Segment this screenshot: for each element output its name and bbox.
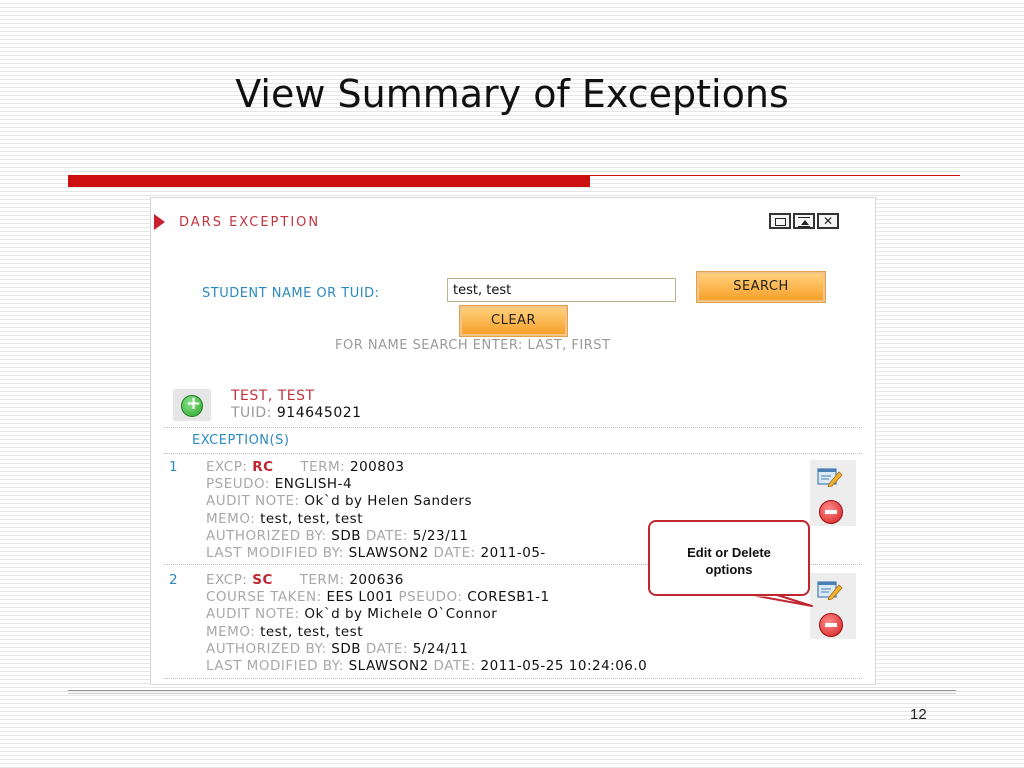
tuid-value: 914645021 <box>276 405 362 421</box>
memo-value: test, test, test <box>260 623 364 640</box>
pseudo-label: PSEUDO: <box>206 476 270 493</box>
callout-line: options <box>705 562 753 577</box>
term-value: 200803 <box>349 459 405 475</box>
pseudo-value: CORESB1-1 <box>467 589 550 606</box>
modified-date-value: 2011-05-25 10:24:06.0 <box>480 658 648 675</box>
title-underline-bar <box>68 175 590 187</box>
student-name: TEST, TEST <box>231 388 315 404</box>
page-number: 12 <box>910 706 927 723</box>
modified-date-value: 2011-05- <box>480 545 546 562</box>
memo-label: MEMO: <box>206 510 256 527</box>
exception-number: 1 <box>169 459 179 475</box>
add-icon <box>181 393 203 417</box>
authorized-by-label: AUTHORIZED BY: <box>206 640 327 657</box>
audit-note-value: Ok`d by Helen Sanders <box>304 493 473 510</box>
term-value: 200636 <box>349 572 404 588</box>
term-label: TERM: <box>299 572 345 588</box>
divider <box>164 453 862 454</box>
callout-line: Edit or Delete <box>687 545 771 560</box>
date-value: 5/24/11 <box>412 640 469 657</box>
close-icon[interactable] <box>817 213 839 229</box>
add-exception-button[interactable] <box>173 389 211 421</box>
audit-note-label: AUDIT NOTE: <box>206 493 300 510</box>
pseudo-label: PSEUDO: <box>398 589 463 606</box>
modified-date-label: DATE: <box>433 658 476 675</box>
date-label: DATE: <box>365 527 408 544</box>
edit-icon[interactable] <box>817 467 843 487</box>
slide-title: View Summary of Exceptions <box>235 72 789 116</box>
exception-number: 2 <box>169 572 179 588</box>
authorized-by-value: SDB <box>331 640 362 657</box>
date-label: DATE: <box>365 640 408 657</box>
exception-actions <box>810 460 856 526</box>
maximize-icon[interactable] <box>769 213 791 229</box>
exceptions-heading: EXCEPTION(S) <box>192 433 290 448</box>
divider <box>164 678 862 679</box>
excp-label: EXCP: <box>206 572 248 588</box>
last-modified-label: LAST MODIFIED BY: <box>206 658 344 675</box>
course-taken-label: COURSE TAKEN: <box>206 589 322 606</box>
divider <box>164 427 862 428</box>
memo-value: test, test, test <box>260 510 364 527</box>
last-modified-label: LAST MODIFIED BY: <box>206 545 344 562</box>
edit-delete-callout: Edit or Delete options <box>648 520 810 596</box>
panel-caret-icon <box>154 214 165 230</box>
excp-label: EXCP: <box>206 459 248 475</box>
authorized-by-value: SDB <box>331 527 362 544</box>
modified-date-label: DATE: <box>433 545 476 562</box>
term-label: TERM: <box>300 459 346 475</box>
footer-rule <box>68 693 956 694</box>
footer-rule <box>68 690 956 691</box>
search-hint: FOR NAME SEARCH ENTER: LAST, FIRST <box>335 338 611 353</box>
title-underline-rule <box>590 175 960 176</box>
pseudo-value: ENGLISH-4 <box>274 476 353 493</box>
last-modified-value: SLAWSON2 <box>348 545 429 562</box>
authorized-by-label: AUTHORIZED BY: <box>206 527 327 544</box>
clear-button[interactable]: CLEAR <box>459 305 568 337</box>
search-button[interactable]: SEARCH <box>696 271 826 303</box>
date-value: 5/23/11 <box>412 527 469 544</box>
delete-icon[interactable] <box>819 613 843 637</box>
audit-note-value: Ok`d by Michele O`Connor <box>304 606 498 623</box>
memo-label: MEMO: <box>206 623 256 640</box>
audit-note-label: AUDIT NOTE: <box>206 606 300 623</box>
search-input[interactable] <box>447 278 676 302</box>
delete-icon[interactable] <box>819 500 843 524</box>
search-label: STUDENT NAME OR TUID: <box>202 286 380 301</box>
window-controls <box>769 213 839 229</box>
restore-icon[interactable] <box>793 213 815 229</box>
tuid-label: TUID: <box>231 405 272 421</box>
student-tuid: TUID: 914645021 <box>231 405 362 421</box>
excp-code: SC <box>252 572 273 588</box>
excp-code: RC <box>252 459 274 475</box>
course-taken-value: EES L001 <box>326 589 394 606</box>
panel-title: DARS EXCEPTION <box>179 215 321 230</box>
edit-icon[interactable] <box>817 580 843 600</box>
last-modified-value: SLAWSON2 <box>348 658 429 675</box>
